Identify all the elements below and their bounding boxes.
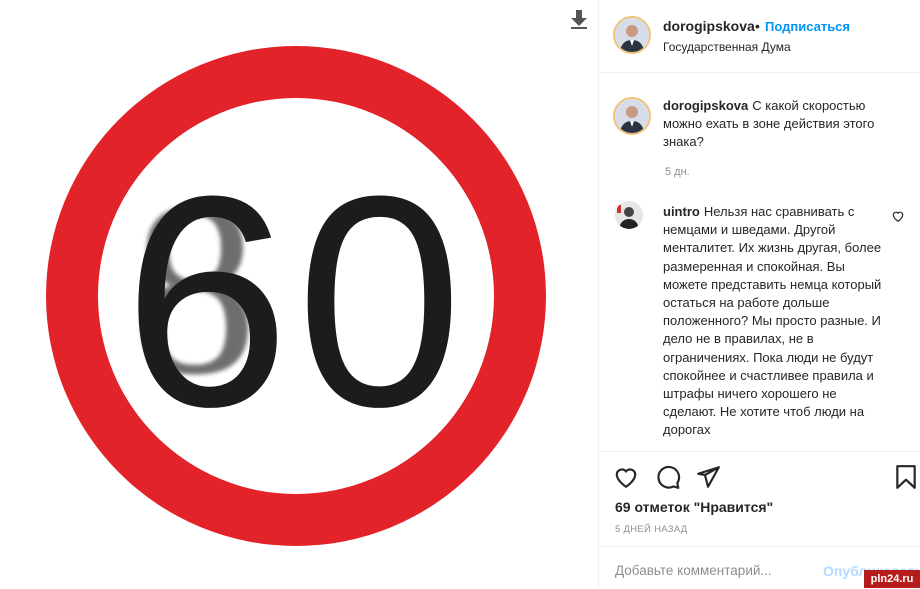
caption-time[interactable]: 5 дн.	[665, 166, 690, 178]
comment-input[interactable]: Добавьте комментарий...	[615, 563, 772, 578]
follow-button[interactable]: Подписаться	[765, 19, 850, 34]
share-paper-plane-icon[interactable]	[695, 464, 721, 490]
post-date[interactable]: 5 ДНЕЙ НАЗАД	[615, 524, 688, 535]
comment-avatar[interactable]	[615, 201, 643, 229]
comment-item: uintro Нельзя нас сравнивать с немцами и …	[663, 203, 885, 440]
post-image: 8 60	[0, 0, 598, 588]
speed-limit-sign: 8 60	[46, 46, 546, 546]
instagram-post: 8 60 dorogipskova • Подписаться Государс…	[0, 0, 920, 588]
likes-count[interactable]: 69 отметок "Нравится"	[615, 499, 773, 515]
author-username[interactable]: dorogipskova	[663, 18, 755, 34]
caption-username[interactable]: dorogipskova	[663, 98, 748, 113]
caption-avatar[interactable]	[613, 97, 651, 135]
post-caption: dorogipskova С какой скоростью можно ехат…	[663, 97, 903, 151]
post-header: dorogipskova • Подписаться Государственн…	[599, 0, 920, 73]
site-watermark: pln24.ru	[864, 570, 920, 588]
bookmark-icon[interactable]	[893, 464, 919, 490]
comment-like-heart-icon[interactable]	[891, 209, 905, 223]
comments-list[interactable]: dorogipskova С какой скоростью можно ехат…	[599, 73, 920, 451]
comment-bubble-icon[interactable]	[655, 464, 681, 490]
comment-username[interactable]: uintro	[663, 204, 700, 219]
author-avatar[interactable]	[613, 16, 651, 54]
post-location[interactable]: Государственная Дума	[663, 40, 791, 54]
sign-speed-digits: 60	[123, 133, 469, 469]
post-actions: 69 отметок "Нравится" 5 ДНЕЙ НАЗАД Добав…	[599, 451, 920, 588]
post-sidebar: dorogipskova • Подписаться Государственн…	[598, 0, 920, 588]
download-icon[interactable]	[570, 10, 588, 30]
comment-text: Нельзя нас сравнивать с немцами и шведам…	[663, 204, 882, 438]
header-separator: •	[755, 18, 760, 34]
like-heart-icon[interactable]	[613, 464, 639, 490]
